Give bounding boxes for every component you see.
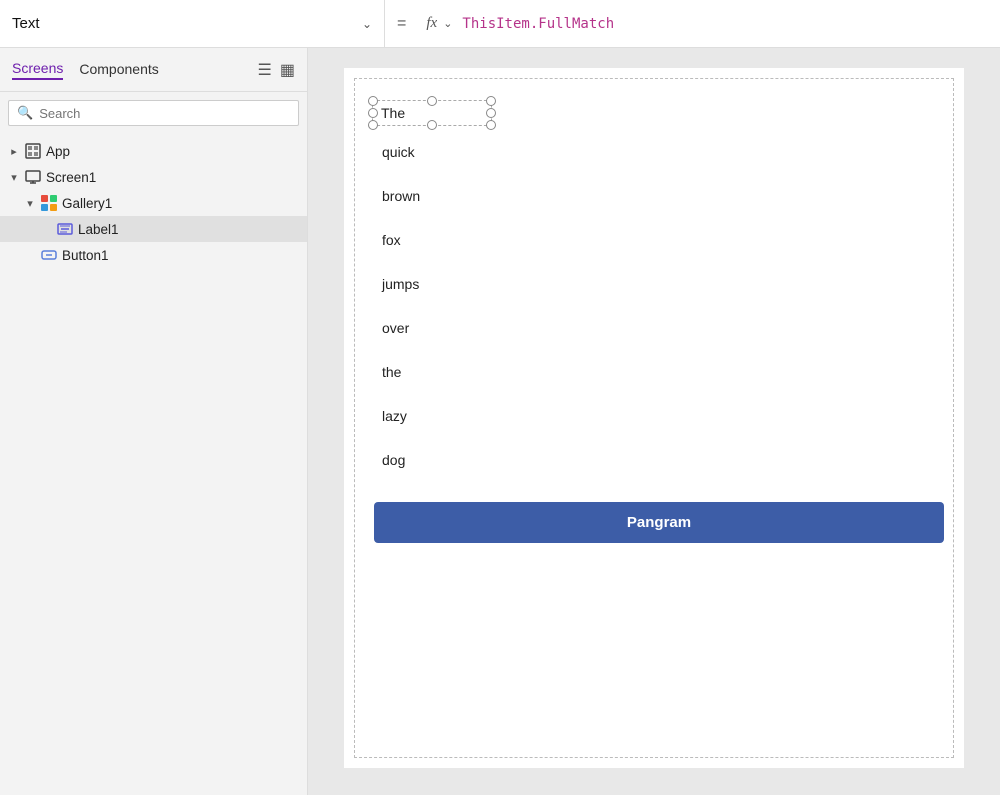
tab-components[interactable]: Components [79, 61, 158, 79]
tree-item-label1[interactable]: Label1 [0, 216, 307, 242]
word-dog: dog [364, 438, 944, 482]
formula-text[interactable]: ThisItem.FullMatch [462, 16, 614, 32]
handle-mid-left[interactable] [368, 108, 378, 118]
handle-top-mid[interactable] [427, 96, 437, 106]
handle-bot-mid[interactable] [427, 120, 437, 130]
grid-view-icon[interactable]: ▦ [280, 60, 295, 80]
property-dropdown[interactable]: Text ⌄ [0, 0, 385, 47]
word-lazy: lazy [364, 394, 944, 438]
selected-label-box: The [372, 100, 492, 126]
word-over: over [364, 306, 944, 350]
button-spacer [24, 249, 36, 261]
canvas-area: The quick brown fox jumps over the lazy … [308, 48, 1000, 795]
tree-item-gallery1[interactable]: ▾ Gallery1 [0, 190, 307, 216]
search-icon: 🔍 [17, 105, 33, 121]
dropdown-arrow-icon: ⌄ [362, 17, 372, 31]
search-input[interactable] [39, 106, 290, 121]
word-fox: fox [364, 218, 944, 262]
handle-top-left[interactable] [368, 96, 378, 106]
gallery-item-first[interactable]: The [372, 100, 944, 126]
gallery-items: The quick brown fox jumps over the lazy … [364, 88, 944, 543]
main-layout: Screens Components ☰ ▦ 🔍 ▸ [0, 48, 1000, 795]
tree-label-gallery1: Gallery1 [62, 196, 112, 211]
word-the: the [364, 350, 944, 394]
component-tree: ▸ App ▾ [0, 134, 307, 795]
handle-bot-left[interactable] [368, 120, 378, 130]
handle-mid-right[interactable] [486, 108, 496, 118]
property-name: Text [12, 15, 354, 32]
button-icon [40, 246, 58, 264]
tree-label-label1: Label1 [78, 222, 119, 237]
tab-screens[interactable]: Screens [12, 60, 63, 80]
tree-label-screen1: Screen1 [46, 170, 96, 185]
formula-bar[interactable]: fx ⌄ ThisItem.FullMatch [418, 15, 1000, 32]
chevron-down-icon: ▾ [8, 171, 20, 184]
search-box[interactable]: 🔍 [8, 100, 299, 126]
label-spacer [40, 223, 52, 235]
tree-label-app: App [46, 144, 70, 159]
word-brown: brown [364, 174, 944, 218]
fx-chevron-icon: ⌄ [443, 17, 452, 30]
tree-item-app[interactable]: ▸ App [0, 138, 307, 164]
equals-sign: = [385, 15, 418, 33]
canvas-frame: The quick brown fox jumps over the lazy … [344, 68, 964, 768]
label-icon [56, 220, 74, 238]
app-icon [24, 142, 42, 160]
sidebar: Screens Components ☰ ▦ 🔍 ▸ [0, 48, 308, 795]
fx-icon: fx [426, 15, 437, 32]
top-bar: Text ⌄ = fx ⌄ ThisItem.FullMatch [0, 0, 1000, 48]
word-jumps: jumps [364, 262, 944, 306]
handle-top-right[interactable] [486, 96, 496, 106]
pangram-button[interactable]: Pangram [374, 502, 944, 543]
sidebar-view-icons: ☰ ▦ [258, 60, 295, 80]
tree-item-screen1[interactable]: ▾ Screen1 [0, 164, 307, 190]
screen-icon [24, 168, 42, 186]
tree-item-button1[interactable]: Button1 [0, 242, 307, 268]
gallery-chevron-down-icon: ▾ [24, 197, 36, 210]
sidebar-tabs: Screens Components ☰ ▦ [0, 48, 307, 92]
word-quick: quick [364, 130, 944, 174]
gallery-icon [40, 194, 58, 212]
list-view-icon[interactable]: ☰ [258, 60, 272, 80]
first-word-text: The [381, 105, 405, 121]
tree-label-button1: Button1 [62, 248, 109, 263]
chevron-right-icon: ▸ [8, 145, 20, 158]
handle-bot-right[interactable] [486, 120, 496, 130]
